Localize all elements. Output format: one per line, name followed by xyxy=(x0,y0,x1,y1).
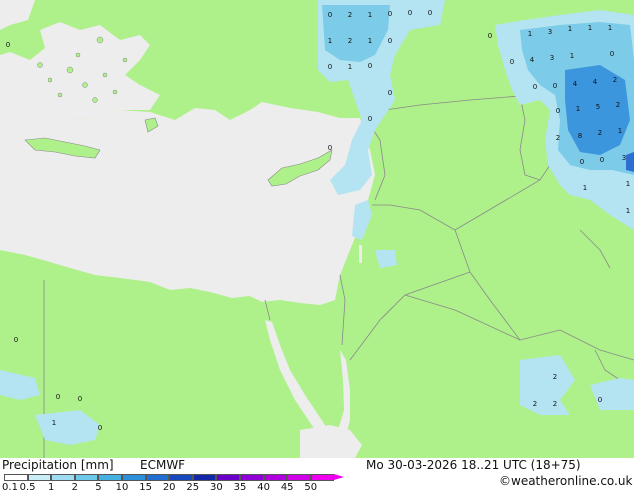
credit-label: ©weatheronline.co.uk xyxy=(499,474,633,488)
amount-marker: 0 xyxy=(78,395,82,403)
amount-marker: 0 xyxy=(428,9,432,17)
amount-marker: 1 xyxy=(328,37,332,45)
amount-marker: 4 xyxy=(573,80,578,88)
amount-marker: 0 xyxy=(580,158,584,166)
amount-marker: 1 xyxy=(52,419,56,427)
amount-marker: 0 xyxy=(14,336,18,344)
amount-marker: 0 xyxy=(6,41,10,49)
amount-marker: 5 xyxy=(596,103,600,111)
amount-marker: 2 xyxy=(556,134,560,142)
footer: Precipitation [mm] ECMWF Mo 30-03-2026 1… xyxy=(0,458,634,493)
scale-label: 2 xyxy=(71,482,78,493)
scale-label: 0.1 xyxy=(2,482,18,493)
scale-label: 50 xyxy=(304,482,318,493)
amount-marker: 1 xyxy=(618,127,622,135)
amount-marker: 0 xyxy=(388,37,392,45)
amount-marker: 0 xyxy=(98,424,102,432)
scale-swatch xyxy=(240,474,264,481)
title-label: Precipitation [mm] xyxy=(2,458,114,472)
scale-swatch xyxy=(192,474,217,481)
amount-marker: 0 xyxy=(368,115,372,123)
amount-marker: 1 xyxy=(608,24,612,32)
scale-swatch xyxy=(98,474,122,481)
amount-marker: 2 xyxy=(613,76,617,84)
amount-marker: 3 xyxy=(550,54,554,62)
scale-swatch xyxy=(27,474,52,481)
amount-marker: 1 xyxy=(583,184,587,192)
amount-marker: 3 xyxy=(622,154,626,162)
amount-marker: 2 xyxy=(553,373,557,381)
scale-swatch xyxy=(4,474,28,481)
amount-marker: 4 xyxy=(593,78,598,86)
scale-label: 20 xyxy=(162,482,176,493)
amount-marker: 1 xyxy=(626,207,630,215)
precipitation-map: 0 2 1 0 0 0 1 2 1 0 0 1 0 0 0 0 0 0 1 3 1 1 1 0 4 3 1 0 0 0 4 4 2 0 1 5 2 2 8 2… xyxy=(0,0,634,458)
amount-marker: 4 xyxy=(530,56,535,64)
scale-swatch xyxy=(145,474,170,481)
scale-label: 30 xyxy=(210,482,223,493)
amount-marker: 2 xyxy=(616,101,620,109)
amount-marker: 0 xyxy=(533,83,537,91)
amount-marker: 0 xyxy=(408,9,412,17)
amount-marker: 2 xyxy=(348,11,352,19)
scale-label: 5 xyxy=(95,482,102,493)
scale-swatch xyxy=(74,474,99,481)
amount-marker: 0 xyxy=(600,156,604,164)
scale-label: 45 xyxy=(280,482,294,493)
amount-marker: 1 xyxy=(368,11,372,19)
scale-label: 15 xyxy=(139,482,152,493)
amount-marker: 0 xyxy=(328,63,332,71)
amount-marker: 0 xyxy=(56,393,60,401)
amount-marker: 1 xyxy=(626,180,630,188)
amount-marker: 0 xyxy=(598,396,602,404)
amount-marker: 1 xyxy=(576,105,580,113)
amount-marker: 1 xyxy=(588,24,592,32)
amount-marker: 0 xyxy=(328,144,332,152)
amount-marker: 1 xyxy=(368,37,372,45)
scale-label: 0.5 xyxy=(19,482,36,493)
amount-marker: 3 xyxy=(548,28,552,36)
amount-marker: 0 xyxy=(388,10,392,18)
scale-label: 40 xyxy=(257,482,270,493)
amount-marker: 2 xyxy=(348,37,352,45)
amount-marker: 0 xyxy=(610,50,614,58)
amount-marker: 8 xyxy=(578,132,582,140)
scale-swatch xyxy=(51,474,75,481)
dead-sea xyxy=(359,245,362,263)
amount-marker: 2 xyxy=(533,400,537,408)
scale-swatch xyxy=(122,474,146,481)
valid-time-label: Mo 30-03-2026 18..21 UTC (18+75) xyxy=(366,458,581,472)
amount-marker: 0 xyxy=(368,62,372,70)
scale-swatch xyxy=(216,474,240,481)
scale-swatch xyxy=(287,474,311,481)
scale-swatch xyxy=(169,474,193,481)
scale-label: 25 xyxy=(186,482,200,493)
scale-label: 10 xyxy=(115,482,129,493)
amount-marker: 0 xyxy=(556,107,560,115)
amount-marker: 0 xyxy=(488,32,492,40)
amount-marker: 1 xyxy=(528,30,532,38)
scale-arrow xyxy=(334,474,345,480)
amount-marker: 0 xyxy=(328,11,332,19)
scale-swatch xyxy=(263,474,288,481)
amount-marker: 1 xyxy=(348,63,352,71)
amount-marker: 0 xyxy=(388,89,392,97)
scale-swatch xyxy=(310,474,335,481)
scale-label: 1 xyxy=(48,482,55,493)
scale-label: 35 xyxy=(233,482,247,493)
amount-marker: 2 xyxy=(553,400,557,408)
amount-marker: 0 xyxy=(553,82,557,90)
amount-marker: 2 xyxy=(598,129,602,137)
color-scale: 0.1 0.5 1 2 5 10 15 20 25 30 35 40 45 50 xyxy=(0,472,345,494)
amount-marker: 0 xyxy=(510,58,514,66)
model-label: ECMWF xyxy=(140,458,186,472)
amount-marker: 1 xyxy=(568,25,572,33)
amount-marker: 1 xyxy=(570,52,574,60)
